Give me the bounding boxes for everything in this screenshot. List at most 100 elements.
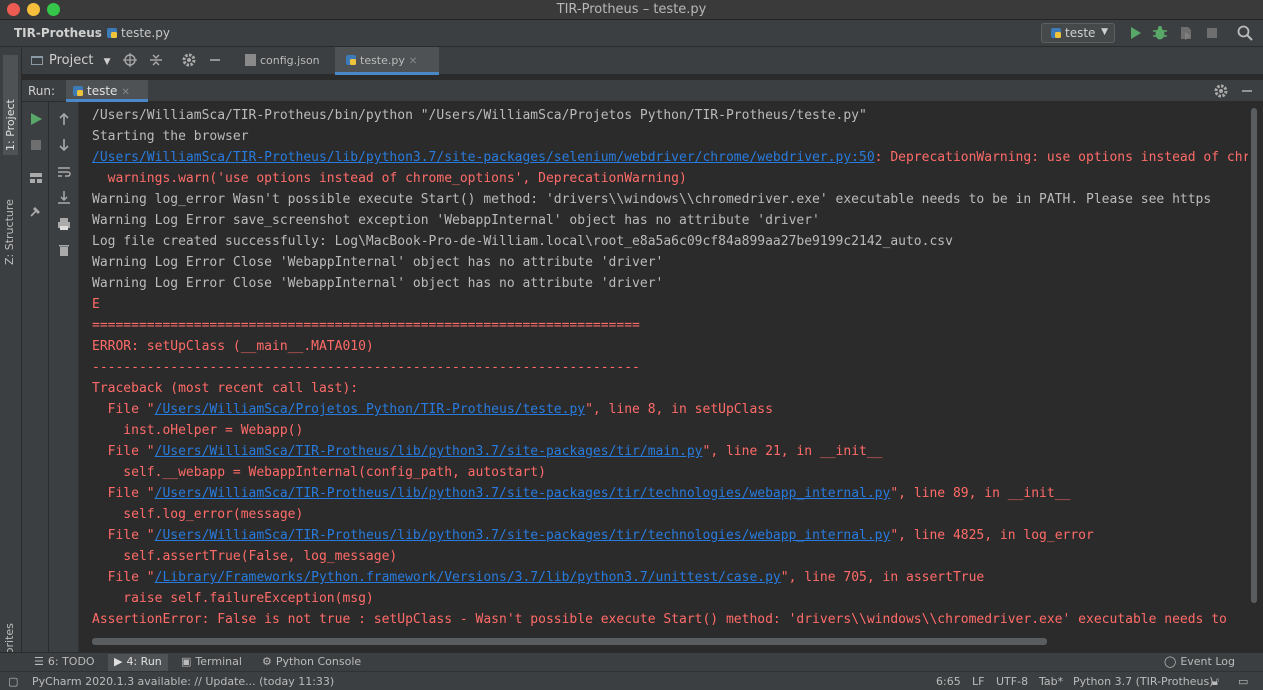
console-text: ", line 8, in setUpClass xyxy=(585,402,773,417)
tool-tab-event-log-label: Event Log xyxy=(1180,655,1235,668)
console-text: ========================================… xyxy=(92,318,640,333)
left-tool-stripe: 1: Project Z: Structure 2: Favorites xyxy=(0,47,22,687)
tool-tab-terminal-label: Terminal xyxy=(195,655,242,668)
hide-icon[interactable] xyxy=(1239,83,1255,99)
editor-tab-label: teste.py xyxy=(360,54,405,67)
tool-tab-run-label: 4: Run xyxy=(126,655,162,668)
console-text: self.__webapp = WebappInternal(config_pa… xyxy=(92,465,546,480)
python-icon xyxy=(1051,28,1061,38)
console-line: Log file created successfully: Log\MacBo… xyxy=(92,231,953,252)
console-file-link[interactable]: /Users/WilliamSca/TIR-Protheus/lib/pytho… xyxy=(155,486,891,501)
gear-icon[interactable] xyxy=(1213,83,1229,99)
hide-icon[interactable] xyxy=(207,52,223,68)
tool-window-structure[interactable]: Z: Structure xyxy=(3,185,16,265)
run-tab-teste[interactable]: teste ✕ xyxy=(66,80,148,102)
locate-icon[interactable] xyxy=(122,52,138,68)
tool-tab-event-log[interactable]: ◯ Event Log xyxy=(1164,655,1235,668)
status-toggle-icon[interactable]: ▢ xyxy=(8,675,18,688)
console-text: /Users/WilliamSca/TIR-Protheus/bin/pytho… xyxy=(92,108,867,123)
editor-tab-teste-py[interactable]: teste.py ✕ xyxy=(335,47,439,75)
console-text: raise self.failureException(msg) xyxy=(92,591,374,606)
console-text: File " xyxy=(92,528,155,543)
console-text: File " xyxy=(92,486,155,501)
arrow-up-icon[interactable] xyxy=(56,111,72,127)
project-view-selector[interactable]: Project ▼ xyxy=(30,53,111,68)
run-with-coverage-icon[interactable] xyxy=(1177,24,1195,42)
console-line: Warning log_error Wasn't possible execut… xyxy=(92,189,1211,210)
breadcrumb-file[interactable]: teste.py xyxy=(106,26,170,40)
trash-icon[interactable] xyxy=(56,242,72,258)
tool-tab-todo[interactable]: ☰ 6: TODO xyxy=(34,655,95,668)
console-text: Warning log_error Wasn't possible execut… xyxy=(92,192,1212,207)
console-line: Traceback (most recent call last): xyxy=(92,378,358,399)
layout-icon[interactable] xyxy=(28,170,44,186)
console-line: Warning Log Error Close 'WebappInternal'… xyxy=(92,252,663,273)
run-configuration-dropdown[interactable]: teste ▼ xyxy=(1041,23,1115,43)
file-encoding[interactable]: UTF-8 xyxy=(996,675,1028,688)
lock-icon[interactable]: 🔓︎ xyxy=(1212,675,1219,689)
console-text: AssertionError: False is not true : setU… xyxy=(92,612,1227,627)
console-file-link[interactable]: /Users/WilliamSca/TIR-Protheus/lib/pytho… xyxy=(155,528,891,543)
console-text: Starting the browser xyxy=(92,129,249,144)
python-icon xyxy=(73,86,83,96)
console-text: inst.oHelper = Webapp() xyxy=(92,423,304,438)
run-configuration-label: teste xyxy=(1065,26,1096,40)
collapse-all-icon[interactable] xyxy=(148,52,164,68)
tool-tab-python-console[interactable]: ⚙ Python Console xyxy=(262,655,361,668)
bottom-tool-tabs: ☰ 6: TODO ▶ 4: Run ▣ Terminal ⚙ Python Conso… xyxy=(0,652,1263,671)
inspector-icon[interactable]: ▭ xyxy=(1238,675,1248,688)
tool-tab-run[interactable]: ▶ 4: Run xyxy=(108,654,168,671)
run-icon[interactable] xyxy=(1126,24,1144,42)
print-icon[interactable] xyxy=(56,216,72,232)
vertical-scrollbar-thumb[interactable] xyxy=(1251,108,1257,603)
play-icon: ▶ xyxy=(114,655,123,668)
console-file-link[interactable]: /Users/WilliamSca/Projetos Python/TIR-Pr… xyxy=(155,402,585,417)
run-tab-label: teste xyxy=(87,84,118,98)
console-line: File "/Users/WilliamSca/TIR-Protheus/lib… xyxy=(92,483,1071,504)
indent-setting[interactable]: Tab* xyxy=(1039,675,1063,688)
run-toolbar-primary xyxy=(22,102,49,652)
navigation-bar: TIR-Protheus › teste.py teste ▼ xyxy=(0,20,1263,47)
close-icon[interactable]: ✕ xyxy=(409,56,417,67)
rerun-icon[interactable] xyxy=(28,111,44,127)
caret-position[interactable]: 6:65 xyxy=(936,675,961,688)
stop-icon[interactable] xyxy=(28,137,44,153)
console-output[interactable]: /Users/WilliamSca/TIR-Protheus/bin/pytho… xyxy=(80,102,1248,636)
horizontal-scrollbar[interactable] xyxy=(92,638,1047,645)
tool-tab-terminal[interactable]: ▣ Terminal xyxy=(181,655,242,668)
console-file-link[interactable]: /Users/WilliamSca/TIR-Protheus/lib/pytho… xyxy=(92,150,875,165)
tool-tab-todo-label: 6: TODO xyxy=(47,655,95,668)
tool-window-project[interactable]: 1: Project xyxy=(3,55,18,155)
console-line: File "/Users/WilliamSca/TIR-Protheus/lib… xyxy=(92,441,883,462)
pin-icon[interactable] xyxy=(28,203,44,219)
console-line: self.__webapp = WebappInternal(config_pa… xyxy=(92,462,546,483)
console-file-link[interactable]: /Users/WilliamSca/TIR-Protheus/lib/pytho… xyxy=(155,444,703,459)
console-file-link[interactable]: /Library/Frameworks/Python.framework/Ver… xyxy=(155,570,781,585)
json-file-icon xyxy=(245,54,256,66)
console-line: /Users/WilliamSca/TIR-Protheus/bin/pytho… xyxy=(92,105,867,126)
run-label: Run: xyxy=(28,84,56,98)
search-icon[interactable] xyxy=(1236,24,1254,42)
debug-icon[interactable] xyxy=(1151,24,1169,42)
project-view-label: Project xyxy=(49,53,94,68)
vertical-scrollbar[interactable] xyxy=(1249,104,1259,632)
scroll-to-end-icon[interactable] xyxy=(56,189,72,205)
console-line: File "/Library/Frameworks/Python.framewo… xyxy=(92,567,985,588)
arrow-down-icon[interactable] xyxy=(56,137,72,153)
console-text: ", line 705, in assertTrue xyxy=(780,570,985,585)
status-message[interactable]: PyCharm 2020.1.3 available: // Update...… xyxy=(32,675,334,688)
python-interpreter[interactable]: Python 3.7 (TIR-Protheus) xyxy=(1073,675,1214,688)
stop-icon[interactable] xyxy=(1203,24,1221,42)
breadcrumb-project[interactable]: TIR-Protheus xyxy=(14,26,102,40)
console-text: : DeprecationWarning: use options instea… xyxy=(874,150,1248,165)
line-separator[interactable]: LF xyxy=(972,675,984,688)
console-text: E xyxy=(92,297,100,312)
close-icon[interactable]: ✕ xyxy=(121,87,129,98)
python-console-icon: ⚙ xyxy=(262,655,272,668)
soft-wrap-icon[interactable] xyxy=(56,164,72,180)
gear-icon[interactable] xyxy=(181,52,197,68)
console-text: ----------------------------------------… xyxy=(92,360,640,375)
run-toolbar-secondary xyxy=(49,102,79,652)
console-line: warnings.warn('use options instead of ch… xyxy=(92,168,687,189)
editor-tab-config-json[interactable]: config.json xyxy=(235,47,335,75)
